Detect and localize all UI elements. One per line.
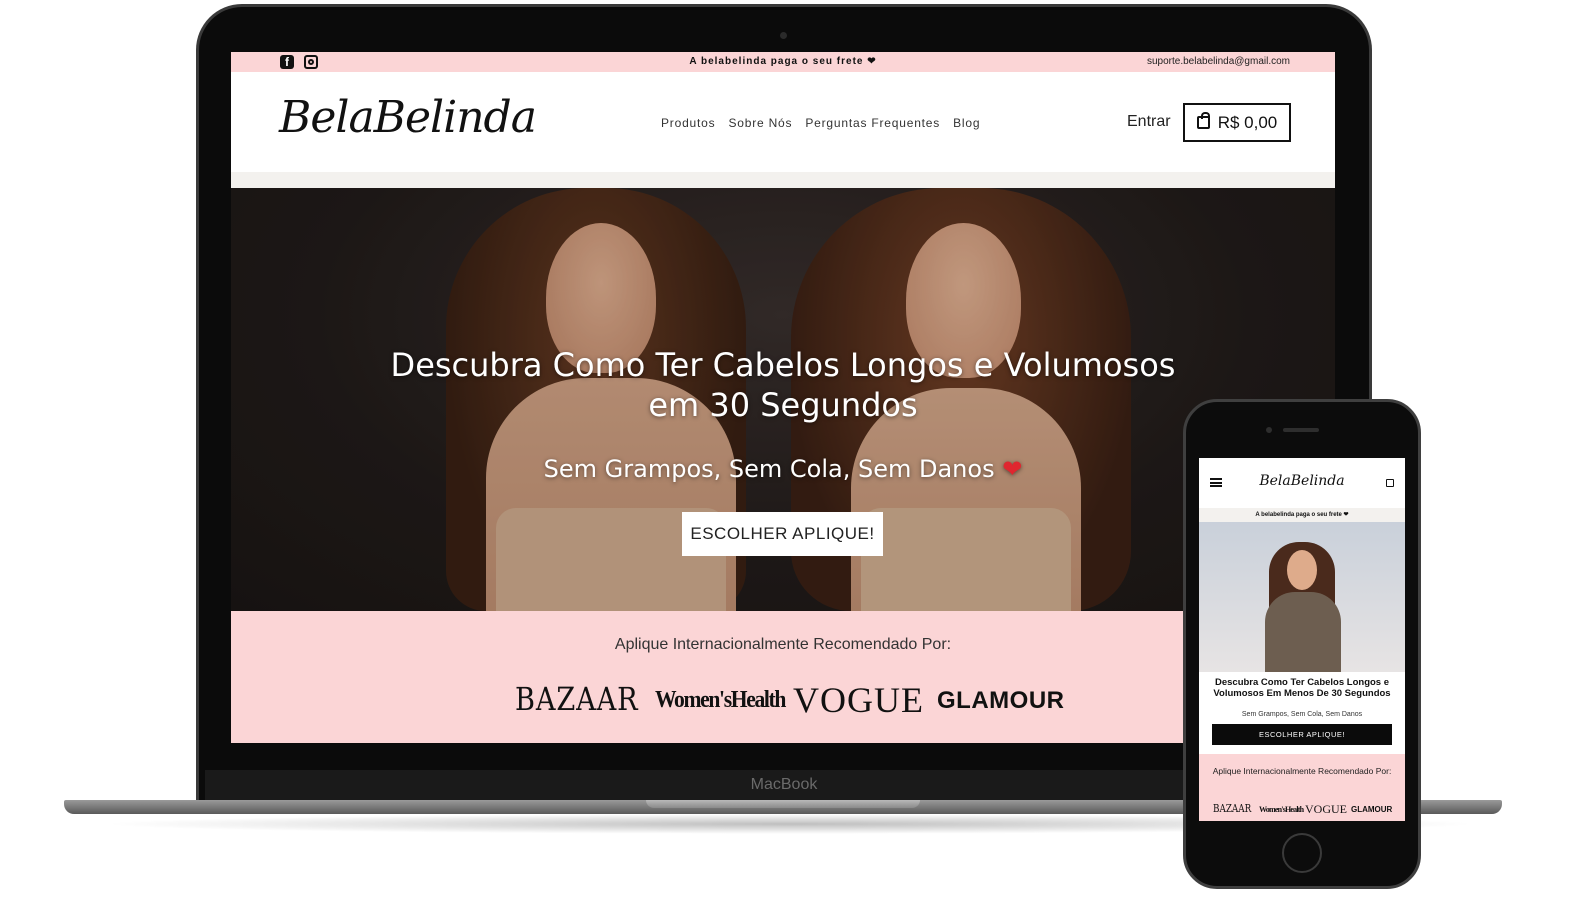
mobile-womens-health-logo: Women'sHealth bbox=[1259, 805, 1304, 814]
phone-camera bbox=[1266, 427, 1272, 433]
phone-screen: BelaBelinda A belabelinda paga o seu fre… bbox=[1199, 458, 1405, 821]
mobile-vogue-logo: VOGUE bbox=[1305, 802, 1347, 816]
mobile-hero-model-face bbox=[1287, 550, 1317, 590]
hero-banner: Descubra Como Ter Cabelos Longos e Volum… bbox=[231, 188, 1335, 611]
laptop-screen: f A belabelinda paga o seu frete ❤ supor… bbox=[231, 52, 1335, 743]
mobile-hero-photo bbox=[1199, 522, 1405, 672]
hero-title-line-2: em 30 Segundos bbox=[648, 386, 918, 424]
site-logo[interactable]: BelaBelinda bbox=[279, 90, 537, 146]
mobile-site-logo[interactable]: BelaBelinda bbox=[1199, 472, 1405, 490]
laptop-camera bbox=[780, 32, 787, 39]
cart-amount: R$ 0,00 bbox=[1217, 112, 1278, 132]
hero-subtitle-text: Sem Grampos, Sem Cola, Sem Danos bbox=[543, 455, 995, 483]
nav-item-produtos[interactable]: Produtos bbox=[661, 116, 715, 130]
vogue-logo: VOGUE bbox=[793, 680, 924, 720]
bazaar-logo: BAZAAR bbox=[515, 680, 639, 718]
nav-item-blog[interactable]: Blog bbox=[953, 116, 980, 130]
topbar: f A belabelinda paga o seu frete ❤ supor… bbox=[231, 52, 1335, 72]
shopping-bag-icon bbox=[1196, 112, 1210, 129]
nav-item-perguntas-frequentes[interactable]: Perguntas Frequentes bbox=[805, 116, 940, 130]
login-link[interactable]: Entrar bbox=[1127, 112, 1171, 132]
header-separator bbox=[231, 172, 1335, 188]
mobile-shopping-bag-icon[interactable] bbox=[1386, 479, 1394, 487]
site-header: BelaBelinda Produtos Sobre Nós Perguntas… bbox=[231, 72, 1335, 172]
hero-title: Descubra Como Ter Cabelos Longos e Volum… bbox=[231, 345, 1335, 425]
glamour-logo: GLAMOUR bbox=[937, 687, 1065, 714]
mobile-choose-aplique-button[interactable]: ESCOLHER APLIQUE! bbox=[1212, 724, 1392, 745]
nav-item-sobre-nos[interactable]: Sobre Nós bbox=[728, 116, 792, 130]
phone-home-button bbox=[1282, 833, 1322, 873]
mobile-promo-text: A belabelinda paga o seu frete ❤ bbox=[1199, 508, 1405, 522]
mobile-glamour-logo: GLAMOUR bbox=[1351, 805, 1393, 814]
hero-title-line-1: Descubra Como Ter Cabelos Longos e Volum… bbox=[390, 346, 1176, 384]
heart-icon: ❤ bbox=[1002, 455, 1023, 483]
hero-subtitle: Sem Grampos, Sem Cola, Sem Danos ❤ bbox=[231, 454, 1335, 484]
main-nav: Produtos Sobre Nós Perguntas Frequentes … bbox=[661, 116, 980, 130]
mobile-press-section: Aplique Internacionalmente Recomendado P… bbox=[1199, 754, 1405, 821]
choose-aplique-button[interactable]: ESCOLHER APLIQUE! bbox=[682, 512, 883, 556]
womens-health-logo: Women'sHealth bbox=[655, 687, 786, 713]
cart-button[interactable]: R$ 0,00 bbox=[1183, 103, 1291, 142]
phone-speaker bbox=[1283, 428, 1319, 432]
mobile-hero-model-body bbox=[1265, 592, 1341, 672]
mobile-bazaar-logo: BAZAAR bbox=[1213, 802, 1252, 815]
mobile-hero-title: Descubra Como Ter Cabelos Longos e Volum… bbox=[1213, 677, 1391, 699]
laptop-notch bbox=[646, 800, 920, 808]
mobile-hero-subtitle: Sem Grampos, Sem Cola, Sem Danos bbox=[1241, 711, 1363, 718]
press-title: Aplique Internacionalmente Recomendado P… bbox=[614, 636, 952, 653]
support-email-link[interactable]: suporte.belabelinda@gmail.com bbox=[1147, 56, 1290, 68]
mobile-press-title: Aplique Internacionalmente Recomendado P… bbox=[1212, 766, 1392, 776]
press-section: Aplique Internacionalmente Recomendado P… bbox=[231, 611, 1335, 743]
